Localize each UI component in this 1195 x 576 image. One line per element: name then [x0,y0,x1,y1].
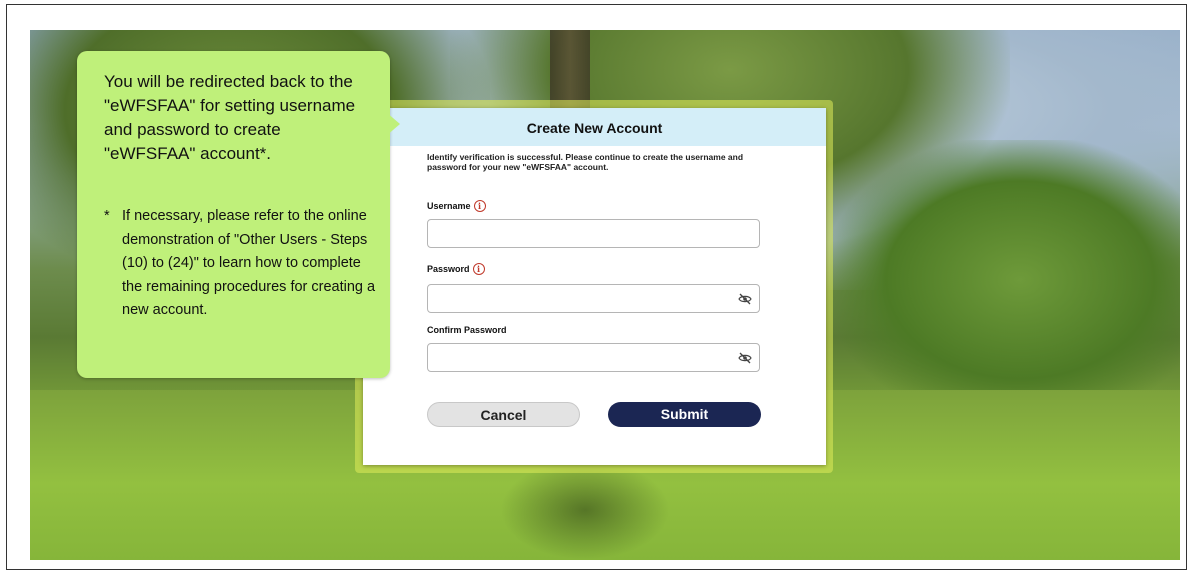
create-account-dialog: Create New Account Identify verification… [363,108,826,465]
submit-button[interactable]: Submit [608,402,761,427]
confirm-password-label: Confirm Password [427,325,507,335]
footnote-marker: * [104,208,110,224]
password-label: Password i [427,263,485,275]
dialog-message: Identify verification is successful. Ple… [427,152,744,172]
callout-message: You will be redirected back to the "eWFS… [104,72,356,163]
confirm-password-label-text: Confirm Password [427,325,507,335]
cancel-button[interactable]: Cancel [427,402,580,427]
password-input[interactable] [427,284,760,313]
password-label-text: Password [427,264,470,274]
username-info-icon[interactable]: i [473,200,486,212]
tree-canopy-right [830,140,1180,420]
dialog-title: Create New Account [363,108,826,146]
eye-off-icon[interactable] [738,293,752,305]
instruction-callout: You will be redirected back to the "eWFS… [77,51,390,378]
callout-footnote: * If necessary, please refer to the onli… [104,205,379,323]
username-input[interactable] [427,219,760,248]
callout-pointer [386,112,400,136]
password-info-icon[interactable]: i [472,263,485,275]
confirm-password-input[interactable] [427,343,760,372]
username-label: Username i [427,200,486,212]
eye-off-icon[interactable] [738,352,752,364]
username-label-text: Username [427,201,471,211]
tree-shadow [500,460,670,560]
footnote-text: If necessary, please refer to the online… [122,208,376,318]
